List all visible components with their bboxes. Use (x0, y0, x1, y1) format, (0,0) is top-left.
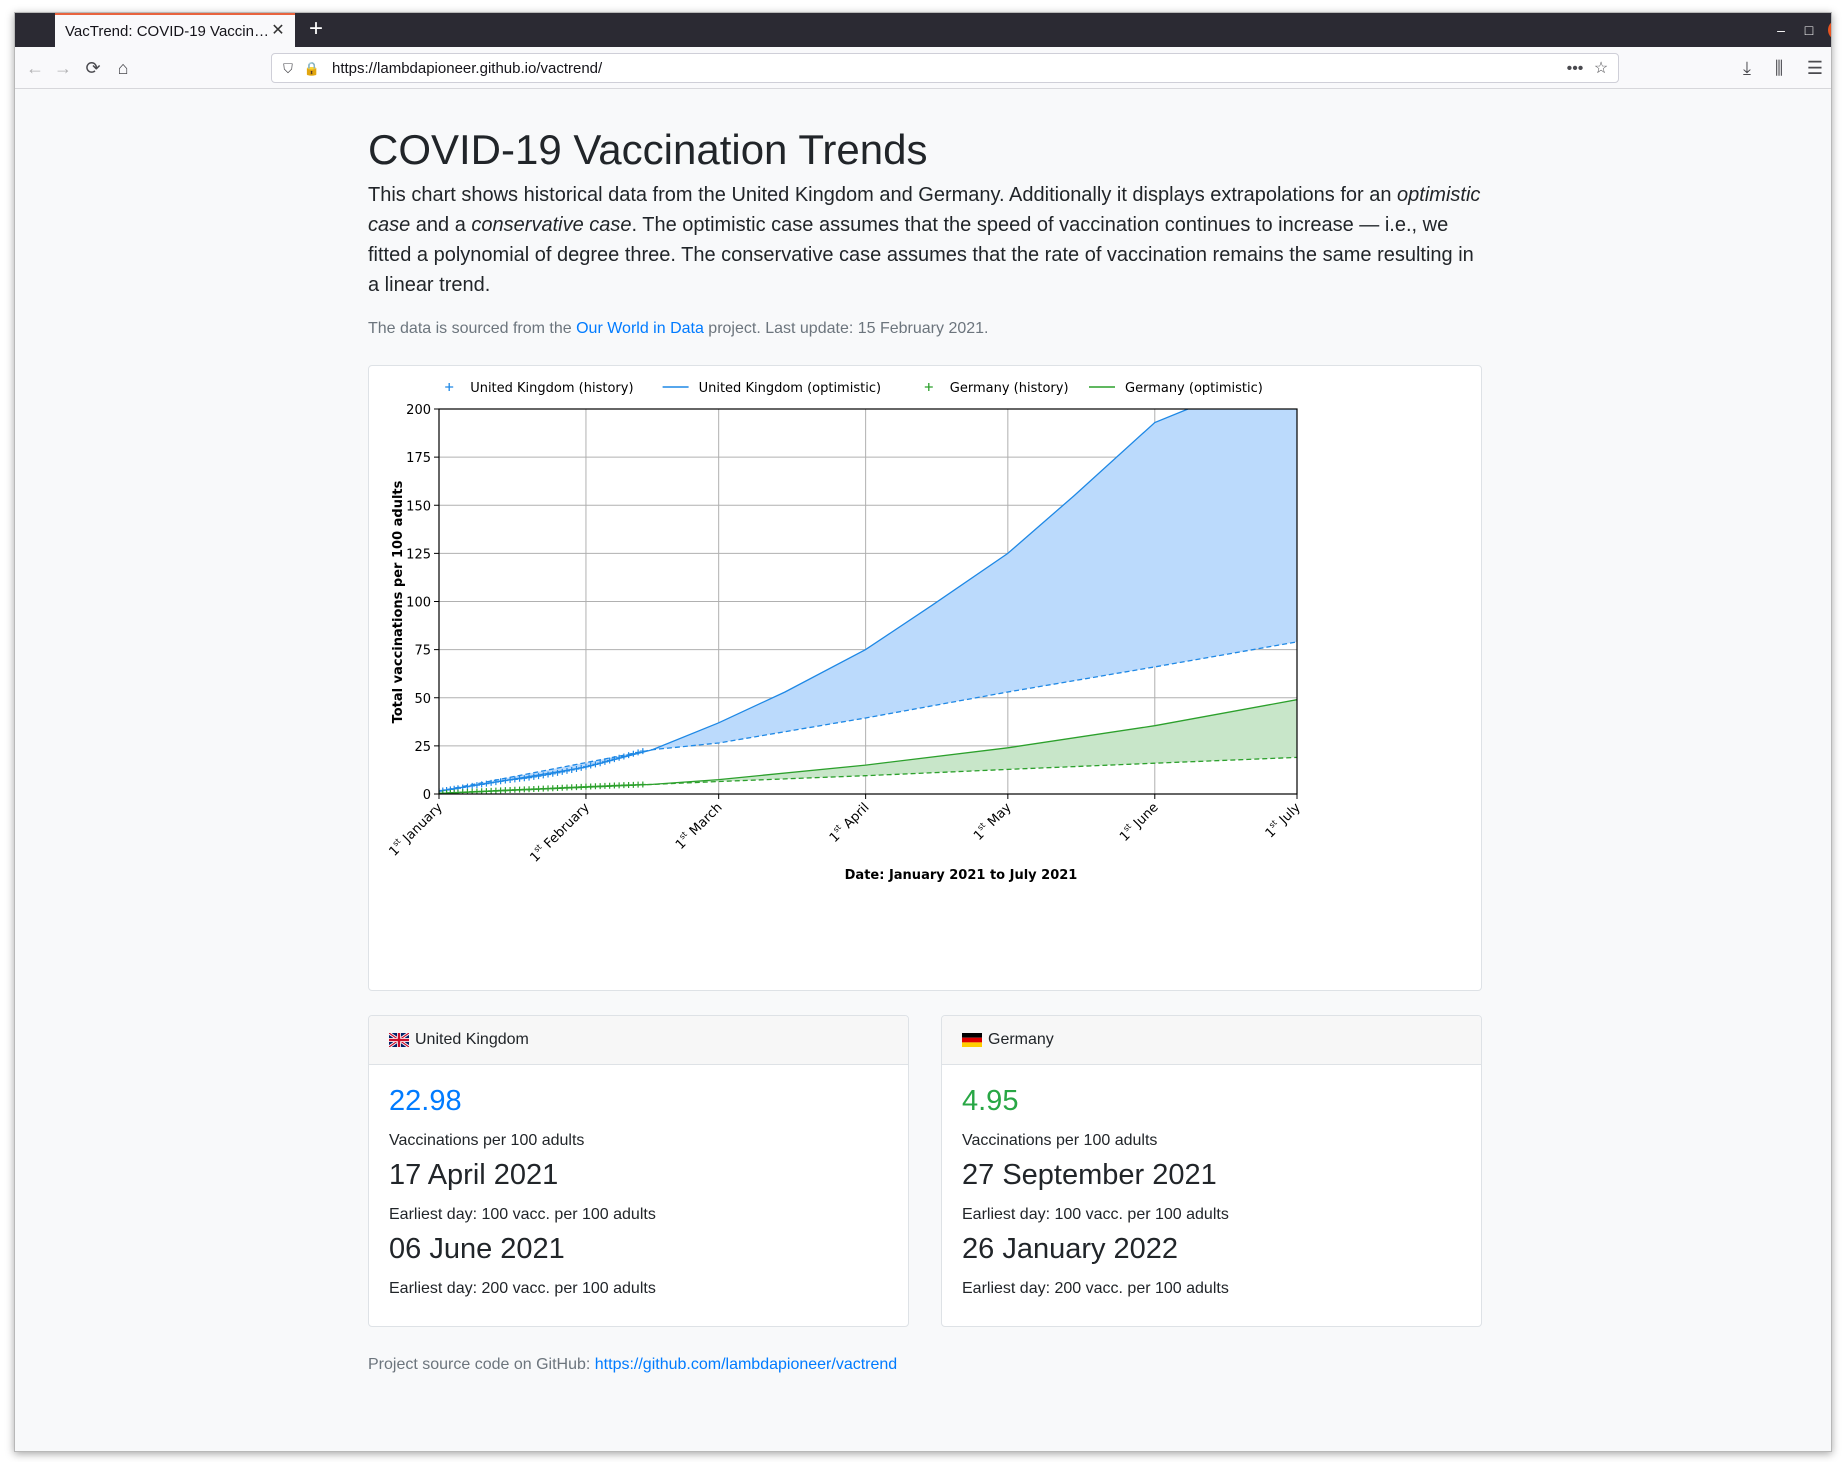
y-tick-label: 75 (414, 644, 431, 659)
germany-date-100: 27 September 2021 (962, 1159, 1217, 1191)
tab-title: VacTrend: COVID-19 Vaccination Trends (65, 22, 269, 40)
plot-area (439, 409, 1297, 794)
navigation-toolbar: ← → ⟳ ⌂ ⛉ 🔒 https://lambdapioneer.github… (15, 47, 1831, 89)
y-tick-label: 175 (406, 451, 431, 466)
germany-label-100: Earliest day: 100 vacc. per 100 adults (962, 1206, 1229, 1223)
legend-label: Germany (history) (950, 381, 1069, 396)
legend-item: Germany (optimistic) (1089, 381, 1263, 396)
home-icon[interactable]: ⌂ (109, 55, 137, 81)
source-note: The data is sourced from the Our World i… (368, 320, 988, 338)
x-axis-label: Date: January 2021 to July 2021 (845, 868, 1078, 883)
uk-card-header: United Kingdom (369, 1016, 908, 1065)
x-tick-label: 1st April (825, 799, 872, 846)
owid-link[interactable]: Our World in Data (576, 320, 704, 337)
y-tick-label: 100 (406, 596, 431, 611)
y-tick-label: 0 (423, 788, 431, 803)
intro-part2: and a (410, 214, 472, 236)
minimize-button[interactable]: – (1771, 20, 1791, 40)
uk-label-100: Earliest day: 100 vacc. per 100 adults (389, 1206, 656, 1223)
x-tick-label: 1st March (672, 799, 726, 853)
legend-marker (924, 383, 933, 391)
page-content: COVID-19 Vaccination Trends This chart s… (15, 90, 1831, 1451)
germany-flag-icon (962, 1033, 982, 1047)
url-text[interactable]: https://lambdapioneer.github.io/vactrend… (332, 60, 602, 77)
intro-part1: This chart shows historical data from th… (368, 184, 1398, 206)
download-icon[interactable]: ⤓ (1733, 55, 1761, 81)
history-marker (478, 781, 485, 788)
x-tick-label: 1st January (385, 799, 446, 860)
shield-icon[interactable]: ⛉ (278, 59, 298, 79)
x-tick-label: 1st July (1261, 799, 1304, 842)
legend-label: Germany (optimistic) (1125, 381, 1263, 396)
legend-item: United Kingdom (optimistic) (662, 381, 881, 396)
url-bar[interactable]: ⛉ 🔒 https://lambdapioneer.github.io/vact… (271, 53, 1619, 83)
chart-card: Total vaccinations per 100 adults Date: … (368, 365, 1482, 991)
germany-label-200: Earliest day: 200 vacc. per 100 adults (962, 1280, 1229, 1297)
legend-marker (445, 383, 454, 391)
uk-label-200: Earliest day: 200 vacc. per 100 adults (389, 1280, 656, 1297)
page-actions-icon[interactable]: ••• (1564, 58, 1586, 80)
germany-current-label: Vaccinations per 100 adults (962, 1132, 1158, 1149)
intro-paragraph: This chart shows historical data from th… (368, 180, 1488, 300)
y-tick-label: 150 (406, 499, 431, 514)
germany-card-header: Germany (942, 1016, 1481, 1065)
back-icon[interactable]: ← (21, 55, 49, 81)
germany-card: Germany 4.95 Vaccinations per 100 adults… (941, 1015, 1482, 1327)
legend-item: United Kingdom (history) (445, 381, 634, 396)
browser-window: VacTrend: COVID-19 Vaccination Trends ✕ … (14, 12, 1832, 1452)
y-tick-label: 50 (414, 692, 431, 707)
y-tick-label: 200 (406, 403, 431, 418)
library-icon[interactable]: ⫼ (1765, 55, 1793, 81)
maximize-button[interactable]: □ (1799, 20, 1819, 40)
legend-item: Germany (history) (924, 381, 1069, 396)
history-marker (620, 753, 627, 760)
uk-card: United Kingdom 22.98 Vaccinations per 10… (368, 1015, 909, 1327)
tab-close-icon[interactable]: ✕ (269, 22, 287, 40)
source-prefix: The data is sourced from the (368, 320, 577, 337)
uk-current-value: 22.98 (389, 1085, 462, 1117)
uk-date-200: 06 June 2021 (389, 1233, 565, 1265)
uk-country-name: United Kingdom (415, 1031, 529, 1048)
lock-icon[interactable]: 🔒 (302, 59, 322, 79)
y-axis-label: Total vaccinations per 100 adults (391, 480, 406, 723)
tab-active[interactable]: VacTrend: COVID-19 Vaccination Trends ✕ (55, 13, 295, 47)
uk-flag-icon (389, 1033, 409, 1047)
uk-date-100: 17 April 2021 (389, 1159, 559, 1191)
legend-label: United Kingdom (history) (470, 381, 633, 396)
uk-current-label: Vaccinations per 100 adults (389, 1132, 585, 1149)
x-tick-label: 1st May (970, 799, 1015, 844)
germany-current-value: 4.95 (962, 1085, 1019, 1117)
menu-icon[interactable]: ☰ (1801, 55, 1829, 81)
bookmark-star-icon[interactable]: ☆ (1590, 58, 1612, 80)
intro-conservative: conservative case (471, 214, 632, 236)
y-tick-label: 25 (414, 740, 431, 755)
tab-bar: VacTrend: COVID-19 Vaccination Trends ✕ … (15, 13, 1831, 47)
footer-prefix: Project source code on GitHub: (368, 1356, 595, 1373)
source-suffix: project. Last update: 15 February 2021. (703, 320, 989, 337)
new-tab-button[interactable]: + (303, 17, 329, 43)
y-tick-label: 125 (406, 547, 431, 562)
reload-icon[interactable]: ⟳ (79, 55, 107, 81)
close-window-button[interactable]: ✕ (1828, 20, 1831, 40)
germany-date-200: 26 January 2022 (962, 1233, 1179, 1265)
footer-note: Project source code on GitHub: https://g… (368, 1356, 897, 1374)
legend-label: United Kingdom (optimistic) (699, 381, 881, 396)
history-marker (625, 752, 632, 759)
x-tick-label: 1st June (1116, 799, 1162, 845)
vaccination-chart: Total vaccinations per 100 adults Date: … (385, 381, 1304, 883)
forward-icon[interactable]: → (49, 55, 77, 81)
history-marker (639, 781, 646, 788)
germany-country-name: Germany (988, 1031, 1054, 1048)
history-marker (464, 783, 471, 790)
github-link[interactable]: https://github.com/lambdapioneer/vactren… (595, 1356, 897, 1373)
x-tick-label: 1st February (526, 799, 593, 866)
page-title: COVID-19 Vaccination Trends (368, 126, 928, 173)
